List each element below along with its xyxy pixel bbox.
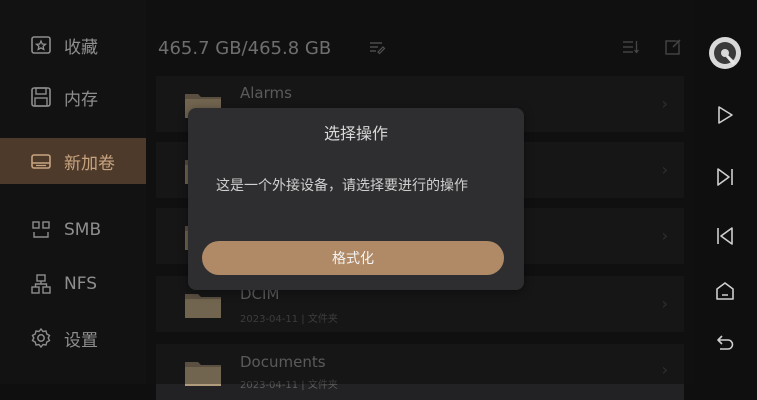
sidebar-item-label: 内存 xyxy=(64,89,98,110)
gear-icon xyxy=(31,327,51,349)
dialog-message: 这是一个外接设备，请选择要进行的操作 xyxy=(216,178,468,194)
sidebar-item-label: 设置 xyxy=(64,330,98,351)
sidebar-item-label: NFS xyxy=(64,274,97,294)
dialog-title: 选择操作 xyxy=(323,124,388,143)
star-icon xyxy=(31,36,51,54)
media-control-bar xyxy=(694,0,757,384)
app-window: 收藏 内存 新加卷 SMB NFS 设置 465.7 GB/465.8 GB A… xyxy=(0,0,757,400)
network-icon xyxy=(31,274,51,294)
action-dialog: 选择操作 这是一个外接设备，请选择要进行的操作 格式化 xyxy=(188,108,524,290)
sidebar-item-smb[interactable]: SMB xyxy=(0,207,146,253)
sidebar-item-nfs[interactable]: NFS xyxy=(0,261,146,307)
sidebar-item-new-volume[interactable]: 新加卷 xyxy=(0,138,146,184)
sidebar-item-settings[interactable]: 设置 xyxy=(0,315,146,361)
smb-icon xyxy=(32,221,50,238)
skip-previous-icon[interactable] xyxy=(714,225,736,247)
play-icon[interactable] xyxy=(714,104,736,126)
disc-icon[interactable] xyxy=(708,36,742,70)
sidebar-item-label: 新加卷 xyxy=(64,153,115,174)
drive-icon xyxy=(31,154,51,169)
sidebar-item-label: 收藏 xyxy=(64,37,98,58)
sidebar-item-favorites[interactable]: 收藏 xyxy=(0,22,146,68)
save-icon xyxy=(31,87,51,107)
format-button[interactable]: 格式化 xyxy=(202,241,504,275)
back-icon[interactable] xyxy=(714,332,736,354)
sidebar-item-memory[interactable]: 内存 xyxy=(0,74,146,120)
skip-next-icon[interactable] xyxy=(714,166,736,188)
sidebar: 收藏 内存 新加卷 SMB NFS 设置 xyxy=(0,0,146,384)
sidebar-item-label: SMB xyxy=(64,220,102,240)
home-icon[interactable] xyxy=(714,280,736,302)
